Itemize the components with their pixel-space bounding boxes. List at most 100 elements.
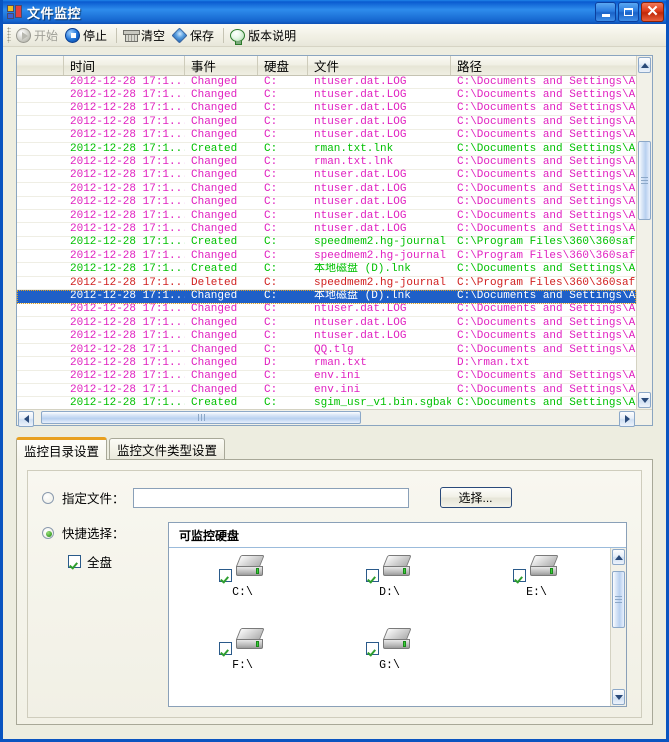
cell-disk: C:: [264, 343, 278, 356]
close-button[interactable]: ✕: [641, 2, 664, 22]
table-row[interactable]: 2012-12-28 17:1... Changed C: speedmem2.hg-…: [17, 249, 636, 264]
scroll-down-button[interactable]: [638, 392, 651, 408]
table-row[interactable]: 2012-12-28 17:1... Changed C: ntuser.dat.LO…: [17, 76, 636, 90]
table-row[interactable]: 2012-12-28 17:1... Changed C: ntuser.dat.LO…: [17, 303, 636, 318]
specify-file-input[interactable]: [132, 487, 409, 508]
cell-event: Changed: [191, 76, 238, 88]
cell-disk: C:: [264, 249, 278, 262]
cell-file: speedmem2.hg-journal: [314, 249, 447, 262]
table-row[interactable]: 2012-12-28 17:1... Changed C: ntuser.dat.LO…: [17, 129, 636, 143]
cell-path: C:\Documents and Settings\Admini: [457, 316, 636, 329]
table-row[interactable]: 2012-12-28 17:1... Changed C: env.ini C:\Doc…: [17, 370, 636, 384]
drive-item[interactable]: F:\: [169, 627, 316, 700]
table-row[interactable]: 2012-12-28 17:1... Created C: 本地磁盘 (D).lnk C…: [17, 263, 636, 277]
trash-icon: [123, 28, 141, 43]
cell-path: C:\Documents and Settings\Admini: [457, 209, 636, 222]
cell-disk: C:: [264, 102, 278, 115]
table-row[interactable]: 2012-12-28 17:1... Changed C: ntuser.dat.LO…: [17, 330, 636, 344]
horizontal-scroll-track[interactable]: [35, 410, 618, 425]
table-row[interactable]: 2012-12-28 17:1... Deleted C: speedmem2.hg-…: [17, 277, 636, 291]
drive-checkbox[interactable]: [513, 569, 526, 582]
table-row[interactable]: 2012-12-28 17:1... Changed C: ntuser.dat.LO…: [17, 169, 636, 184]
cell-file: ntuser.dat.LOG: [314, 209, 407, 222]
drive-list-scrollbar[interactable]: [610, 548, 626, 706]
scroll-up-button[interactable]: [638, 57, 651, 73]
scroll-left-button[interactable]: [18, 411, 34, 427]
table-row[interactable]: 2012-12-28 17:1... Changed C: QQ.tlg C:\Docu…: [17, 343, 636, 358]
column-header-path[interactable]: 路径: [451, 56, 636, 75]
browse-button[interactable]: 选择...: [439, 487, 512, 508]
cell-file: 本地磁盘 (D).lnk: [314, 289, 411, 302]
table-row[interactable]: 2012-12-28 17:1... Changed C: ntuser.dat.LO…: [17, 316, 636, 331]
quick-select-row: 快捷选择： 全盘 可监控硬盘 C:\ D:\ E:\ F:\ G:\: [42, 522, 627, 707]
all-disks-checkbox[interactable]: [68, 555, 81, 568]
drive-scroll-track[interactable]: [611, 566, 626, 688]
cell-time: 2012-12-28 17:1...: [70, 182, 185, 195]
vertical-scroll-thumb[interactable]: [638, 140, 651, 220]
drive-checkbox[interactable]: [366, 569, 379, 582]
cell-event: Changed: [191, 249, 238, 262]
cell-disk: C:: [264, 303, 278, 316]
column-header-event[interactable]: 事件: [185, 56, 258, 75]
scroll-right-button[interactable]: [619, 411, 635, 427]
quick-select-radio[interactable]: [42, 526, 54, 539]
table-row[interactable]: 2012-12-28 17:1... Changed C: rman.txt.lnk C…: [17, 156, 636, 170]
cell-file: rman.txt.lnk: [314, 156, 394, 169]
drive-checkbox[interactable]: [219, 642, 232, 655]
minimize-button[interactable]: [595, 2, 616, 22]
version-info-button-label: 版本说明: [248, 28, 297, 43]
table-row[interactable]: 2012-12-28 17:1... Changed D: rman.txt D:\rm…: [17, 357, 636, 371]
maximize-button[interactable]: [618, 2, 639, 22]
save-icon: [171, 27, 188, 43]
tab-monitor-filetype[interactable]: 监控文件类型设置: [109, 438, 226, 459]
cell-path: C:\Documents and Settings\Admini: [457, 129, 636, 142]
table-row[interactable]: 2012-12-28 17:1... Changed C: ntuser.dat.LO…: [17, 89, 636, 103]
table-row[interactable]: 2012-12-28 17:1... Created C: sgim_usr_v1.b…: [17, 397, 636, 409]
drive-item[interactable]: D:\: [316, 554, 463, 627]
drive-scroll-down-button[interactable]: [612, 689, 625, 705]
drive-checkbox[interactable]: [219, 569, 232, 582]
column-header-time[interactable]: 时间: [64, 56, 185, 75]
table-row[interactable]: 2012-12-28 17:1... Changed C: ntuser.dat.LO…: [17, 209, 636, 224]
cell-file: env.ini: [314, 370, 361, 383]
save-button[interactable]: 保存: [170, 25, 219, 45]
drive-scroll-up-button[interactable]: [612, 549, 625, 565]
version-info-button[interactable]: 版本说明: [228, 25, 301, 45]
drive-scroll-thumb[interactable]: [612, 570, 625, 629]
cell-time: 2012-12-28 17:1...: [70, 330, 185, 343]
clear-button[interactable]: 清空: [121, 25, 170, 45]
table-row[interactable]: 2012-12-28 17:1... Changed C: env.ini C:\Doc…: [17, 384, 636, 398]
specify-file-radio[interactable]: [42, 491, 54, 504]
title-bar: 文件监控 ✕: [3, 0, 666, 24]
hard-disk-icon: [381, 554, 413, 582]
column-header-index[interactable]: [17, 56, 64, 75]
drive-item[interactable]: G:\: [316, 627, 463, 700]
drive-item[interactable]: C:\: [169, 554, 316, 627]
stop-button[interactable]: 停止: [63, 25, 112, 45]
cell-path: C:\Documents and Settings\Admini: [457, 223, 636, 235]
start-button[interactable]: 开始: [14, 25, 63, 45]
cell-event: Created: [191, 397, 238, 409]
table-row[interactable]: 2012-12-28 17:1... Changed C: ntuser.dat.LO…: [17, 102, 636, 117]
table-row[interactable]: 2012-12-28 17:1... Created C: rman.txt.lnk C…: [17, 143, 636, 157]
table-row[interactable]: 2012-12-28 17:1... Changed C: 本地磁盘 (D).lnk C…: [17, 289, 636, 304]
tab-monitor-directory[interactable]: 监控目录设置: [16, 437, 108, 460]
table-row[interactable]: 2012-12-28 17:1... Changed C: ntuser.dat.LO…: [17, 182, 636, 197]
drive-item[interactable]: E:\: [463, 554, 610, 627]
vertical-scroll-track[interactable]: [637, 74, 652, 391]
table-row[interactable]: 2012-12-28 17:1... Changed C: ntuser.dat.LO…: [17, 116, 636, 130]
table-row[interactable]: 2012-12-28 17:1... Changed C: ntuser.dat.LO…: [17, 196, 636, 210]
list-horizontal-scrollbar[interactable]: [17, 409, 652, 427]
table-row[interactable]: 2012-12-28 17:1... Changed C: ntuser.dat.LO…: [17, 223, 636, 237]
horizontal-scroll-thumb[interactable]: [40, 411, 362, 424]
cell-disk: C:: [264, 263, 278, 276]
table-row[interactable]: 2012-12-28 17:1... Created C: speedmem2.hg-…: [17, 236, 636, 251]
scrollbar-corner: [636, 410, 652, 425]
drive-checkbox[interactable]: [366, 642, 379, 655]
list-vertical-scrollbar[interactable]: [636, 56, 652, 409]
cell-disk: C:: [264, 236, 278, 249]
cell-file: ntuser.dat.LOG: [314, 223, 407, 235]
cell-disk: C:: [264, 169, 278, 182]
column-header-file[interactable]: 文件: [308, 56, 451, 75]
column-header-disk[interactable]: 硬盘: [258, 56, 308, 75]
